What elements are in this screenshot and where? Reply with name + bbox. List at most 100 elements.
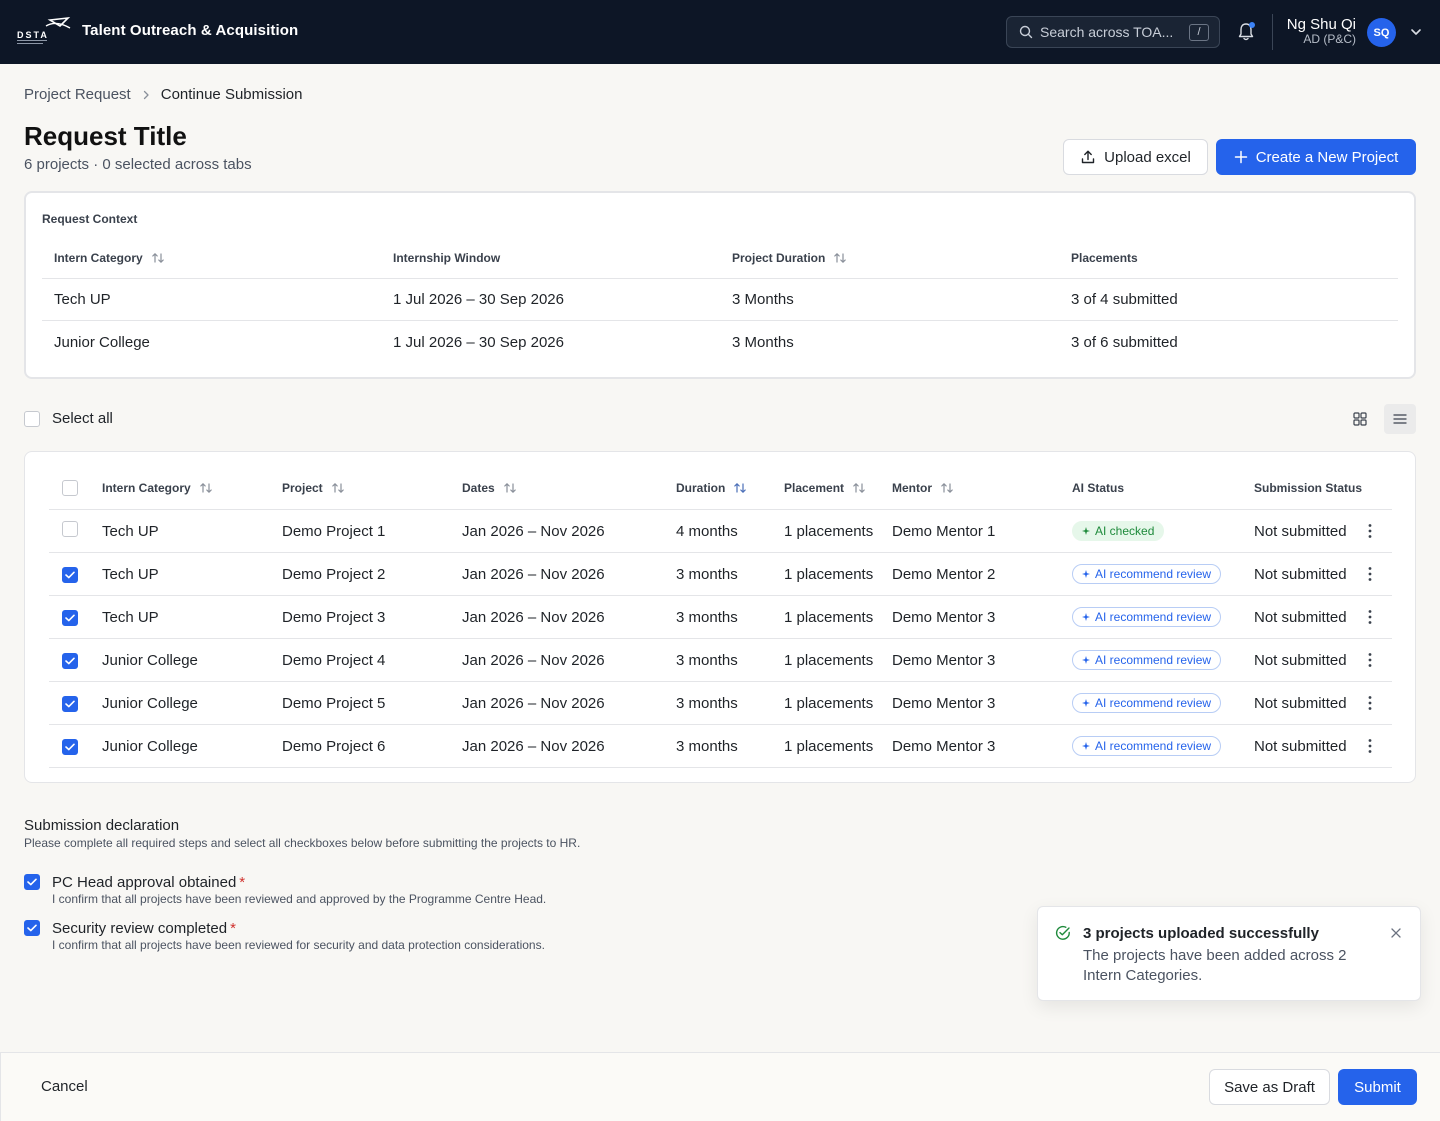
page-subtitle: 6 projects · 0 selected across tabs xyxy=(24,156,252,173)
grid-view-button[interactable] xyxy=(1344,404,1376,434)
row-select-checkbox[interactable] xyxy=(62,566,78,583)
search-input[interactable] xyxy=(1040,24,1180,40)
more-options-icon[interactable] xyxy=(1368,695,1372,711)
column-header-label: Duration xyxy=(676,480,726,495)
submit-button[interactable]: Submit xyxy=(1338,1069,1417,1105)
close-icon[interactable] xyxy=(1391,928,1401,938)
column-header-project-duration[interactable]: Project Duration xyxy=(720,251,1059,265)
check-icon xyxy=(65,571,75,578)
column-header-project[interactable]: Project xyxy=(282,481,462,495)
projects-table-card: Intern Category Project Dates Duration P… xyxy=(24,451,1416,783)
submission-status-cell: Not submitted xyxy=(1254,608,1347,626)
table-row[interactable]: Tech UP Demo Project 1 Jan 2026 – Nov 2026… xyxy=(49,510,1392,553)
list-view-button[interactable] xyxy=(1384,404,1416,434)
column-header-duration[interactable]: Duration xyxy=(676,481,784,495)
row-checkbox-cell xyxy=(49,566,102,583)
placement-cell: 1 placements xyxy=(784,608,874,626)
column-header-placements: Placements xyxy=(1059,251,1398,265)
row-select-checkbox[interactable] xyxy=(62,521,78,537)
column-header-submission-status: Submission Status xyxy=(1254,481,1374,495)
ai-status-cell: AI recommend review xyxy=(1072,650,1254,670)
column-header-intern-category[interactable]: Intern Category xyxy=(102,481,282,495)
column-header-label: Project Duration xyxy=(732,250,826,265)
sort-icon[interactable] xyxy=(199,482,213,494)
more-options-icon[interactable] xyxy=(1368,652,1372,668)
row-checkbox-cell xyxy=(49,738,102,755)
row-checkbox-cell xyxy=(49,609,102,626)
column-header-mentor[interactable]: Mentor xyxy=(892,481,1072,495)
table-row[interactable]: Tech UP Demo Project 3 Jan 2026 – Nov 2026… xyxy=(49,596,1392,639)
sort-icon[interactable] xyxy=(940,482,954,494)
sort-icon[interactable] xyxy=(852,482,866,494)
ai-status-cell: AI recommend review xyxy=(1072,564,1254,584)
plus-icon xyxy=(1234,150,1247,164)
table-row[interactable]: Junior College Demo Project 6 Jan 2026 – N… xyxy=(49,725,1392,768)
cancel-button[interactable]: Cancel xyxy=(41,1078,88,1095)
check-icon xyxy=(65,657,75,664)
breadcrumb-project-request[interactable]: Project Request xyxy=(24,86,131,103)
dates-cell: Jan 2026 – Nov 2026 xyxy=(462,694,605,712)
table-row[interactable]: Junior College Demo Project 5 Jan 2026 – N… xyxy=(49,682,1392,725)
ai-status-cell: AI recommend review xyxy=(1072,736,1254,756)
column-header-label: Intern Category xyxy=(102,480,191,495)
global-search[interactable]: / xyxy=(1006,16,1220,48)
table-row[interactable]: Tech UP Demo Project 2 Jan 2026 – Nov 2026… xyxy=(49,553,1392,596)
submission-status-cell: Not submitted xyxy=(1254,651,1347,669)
security-review-checkbox[interactable] xyxy=(24,920,40,936)
ai-status-cell: AI checked xyxy=(1072,521,1254,541)
category-cell: Tech UP xyxy=(102,522,159,540)
category-cell: Junior College xyxy=(102,694,198,712)
upload-excel-button[interactable]: Upload excel xyxy=(1063,139,1208,175)
column-header-placement[interactable]: Placement xyxy=(784,481,892,495)
chevron-right-icon xyxy=(143,90,149,99)
more-options-icon[interactable] xyxy=(1368,609,1372,625)
dates-cell: Jan 2026 – Nov 2026 xyxy=(462,522,605,540)
declaration-title: Submission declaration xyxy=(24,817,180,834)
declaration-item-pc-head: PC Head approval obtained * I confirm tha… xyxy=(24,874,546,906)
action-footer: Cancel Save as Draft Submit xyxy=(0,1052,1440,1121)
check-icon xyxy=(27,878,37,886)
dates-cell: Jan 2026 – Nov 2026 xyxy=(462,565,605,583)
row-select-checkbox[interactable] xyxy=(62,652,78,669)
ai-status-label: AI recommend review xyxy=(1095,610,1212,624)
project-cell: Demo Project 5 xyxy=(282,694,386,712)
avatar[interactable]: SQ xyxy=(1367,18,1396,47)
table-cell: 1 Jul 2026 – 30 Sep 2026 xyxy=(393,291,564,308)
more-options-icon[interactable] xyxy=(1368,523,1372,539)
ai-status-label: AI checked xyxy=(1095,524,1155,538)
declaration-item-security: Security review completed * I confirm tha… xyxy=(24,920,545,952)
chevron-down-icon[interactable] xyxy=(1410,27,1422,37)
create-project-button[interactable]: Create a New Project xyxy=(1216,139,1416,175)
sort-icon[interactable] xyxy=(833,252,847,264)
check-icon xyxy=(65,743,75,750)
more-options-icon[interactable] xyxy=(1368,566,1372,582)
sort-icon[interactable] xyxy=(503,482,517,494)
column-header-intern-category[interactable]: Intern Category xyxy=(42,251,381,265)
more-options-icon[interactable] xyxy=(1368,738,1372,754)
user-role: AD (P&C) xyxy=(1303,32,1356,46)
ai-status-cell: AI recommend review xyxy=(1072,607,1254,627)
row-select-checkbox[interactable] xyxy=(62,695,78,712)
sort-icon[interactable] xyxy=(151,252,165,264)
row-select-checkbox[interactable] xyxy=(62,738,78,755)
notification-dot xyxy=(1249,22,1255,28)
pc-head-approval-checkbox[interactable] xyxy=(24,874,40,890)
dates-cell: Jan 2026 – Nov 2026 xyxy=(462,608,605,626)
sort-icon[interactable] xyxy=(331,482,345,494)
declaration-subtitle: Please complete all required steps and s… xyxy=(24,836,581,850)
duration-cell: 3 months xyxy=(676,651,738,669)
column-header-label: Placements xyxy=(1071,250,1138,265)
sparkle-icon xyxy=(1082,656,1090,664)
header-select-checkbox[interactable] xyxy=(62,479,78,496)
sort-icon[interactable] xyxy=(733,482,747,494)
placement-cell: 1 placements xyxy=(784,651,874,669)
dsta-logo[interactable]: DSTA xyxy=(16,16,72,46)
category-cell: Junior College xyxy=(102,737,198,755)
select-all-checkbox[interactable] xyxy=(24,410,40,427)
column-header-dates[interactable]: Dates xyxy=(462,481,676,495)
row-select-checkbox[interactable] xyxy=(62,609,78,626)
app-title: Talent Outreach & Acquisition xyxy=(82,22,299,39)
header-checkbox-cell xyxy=(49,479,102,496)
save-draft-button[interactable]: Save as Draft xyxy=(1209,1069,1330,1105)
table-row[interactable]: Junior College Demo Project 4 Jan 2026 – N… xyxy=(49,639,1392,682)
